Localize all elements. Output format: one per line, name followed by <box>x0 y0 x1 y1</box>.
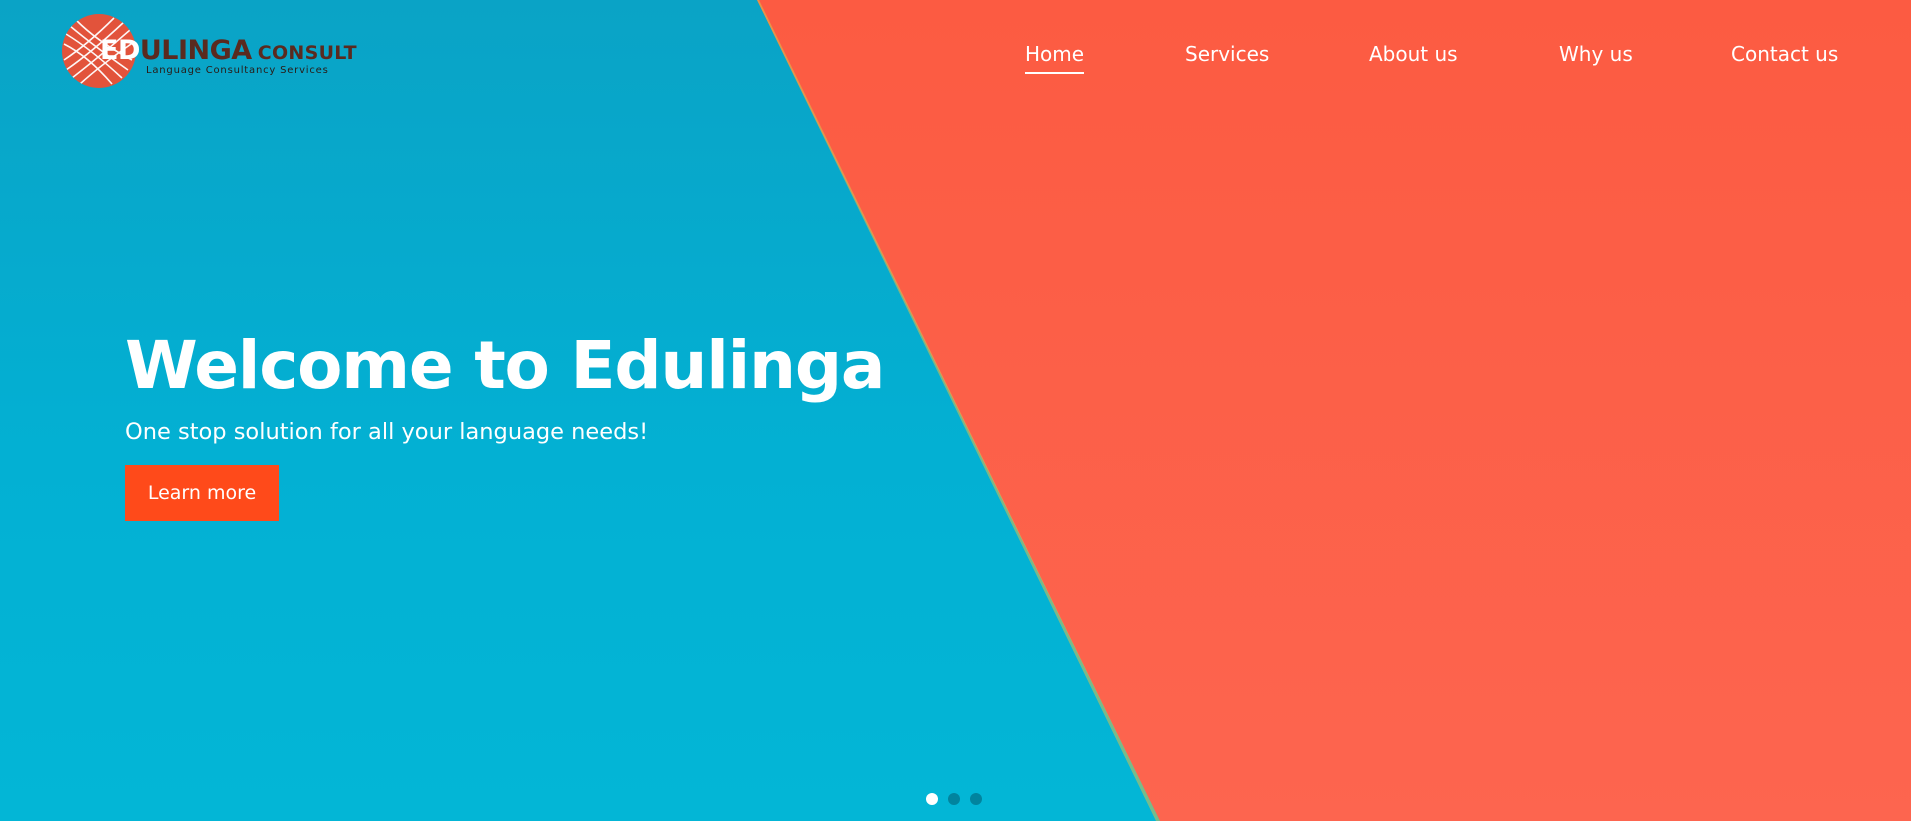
nav-item-services[interactable]: Services <box>1185 42 1269 72</box>
logo-wordmark: EDULINGA CONSULT <box>100 37 357 64</box>
logo-word-suffix: CONSULT <box>257 42 357 64</box>
carousel-dot-2[interactable] <box>948 793 960 805</box>
site-logo[interactable]: EDULINGA CONSULT Language Consultancy Ser… <box>62 14 357 90</box>
logo-word-rest: ULINGA <box>139 35 252 66</box>
hero-subtitle: One stop solution for all your language … <box>125 419 649 445</box>
carousel-indicators <box>926 793 982 805</box>
nav-item-why-us[interactable]: Why us <box>1559 42 1633 72</box>
hero-content: Welcome to Edulinga One stop solution fo… <box>125 326 925 521</box>
logo-tagline: Language Consultancy Services <box>146 65 329 76</box>
hero-title: Welcome to Edulinga <box>125 327 885 404</box>
nav-item-about-us[interactable]: About us <box>1369 42 1458 72</box>
hero-section: EDULINGA CONSULT Language Consultancy Ser… <box>0 0 1911 821</box>
logo-word-highlight: ED <box>100 35 140 66</box>
carousel-dot-3[interactable] <box>970 793 982 805</box>
nav-item-home[interactable]: Home <box>1025 42 1085 74</box>
carousel-dot-1[interactable] <box>926 793 938 805</box>
nav-item-contact-us[interactable]: Contact us <box>1731 42 1838 72</box>
learn-more-button[interactable]: Learn more <box>125 465 279 521</box>
main-navigation: Home Services About us Why us Contact us <box>1025 42 1843 78</box>
